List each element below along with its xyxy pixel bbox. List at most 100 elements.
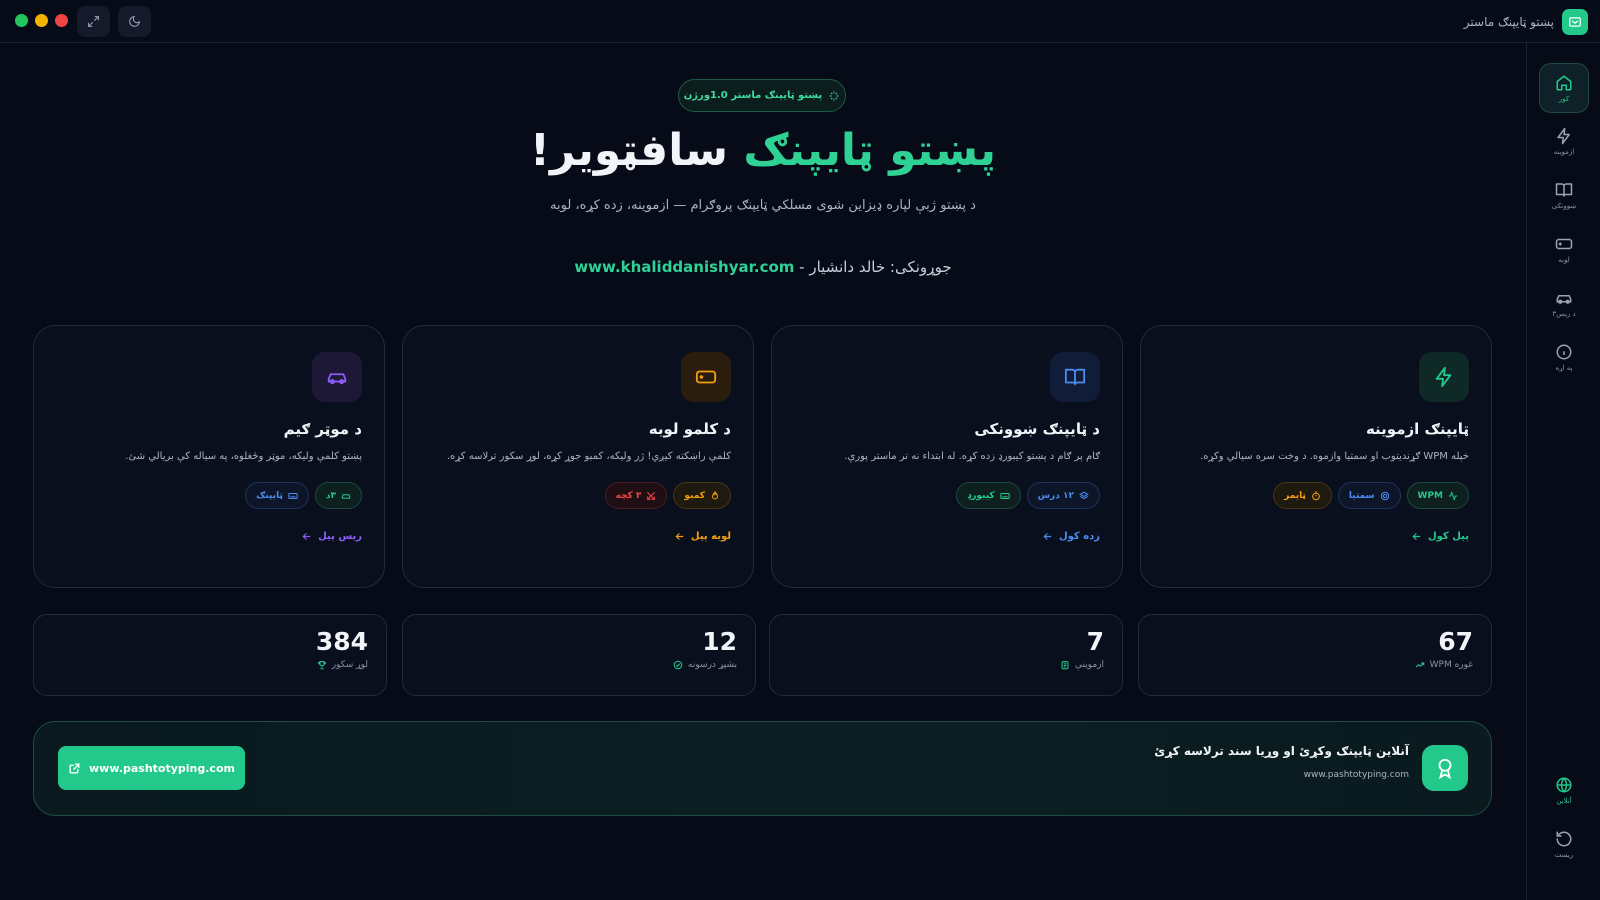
- info-icon: [1556, 344, 1572, 359]
- fullscreen-button[interactable]: [77, 6, 110, 37]
- timer-icon: [1312, 490, 1320, 500]
- stat-value: 7: [1086, 627, 1104, 656]
- tag-label: ۳د: [325, 490, 336, 501]
- clipboard-icon: [1061, 661, 1069, 670]
- card-tags: WPM سمتیا ټایمر: [1163, 482, 1469, 509]
- arrow-left-icon: [1412, 533, 1421, 540]
- window-minimize-button[interactable]: [35, 14, 48, 27]
- card-title: ټایپنګ ازموینه: [1365, 420, 1469, 438]
- page-title-rest: سافټویر!: [529, 125, 744, 176]
- gamepad-icon: [695, 370, 717, 384]
- app-brand: پښتو ټايپنګ ماستر: [1464, 9, 1588, 35]
- sparkle-icon: [829, 91, 839, 100]
- tag-label: ټایمر: [1284, 490, 1306, 501]
- stat-label-row: غوره WPM: [1157, 660, 1473, 670]
- moon-icon: [129, 15, 141, 27]
- nav-item-tutor[interactable]: ښوونکی: [1539, 170, 1589, 220]
- nav-item-about[interactable]: په اړه: [1539, 332, 1589, 382]
- app-title: پښتو ټايپنګ ماستر: [1463, 15, 1554, 29]
- card-action-link[interactable]: ریس پیل: [56, 531, 362, 542]
- nav-item-label: په اړه: [1555, 363, 1573, 372]
- tag-timer: ټایمر: [1273, 482, 1332, 509]
- arrow-left-icon: [675, 533, 684, 540]
- feature-card-typing-test[interactable]: ټایپنګ ازموینه خپله WPM ګړندیتوب او سمتی…: [1140, 325, 1492, 588]
- feature-card-typing-tutor[interactable]: د ټایپنګ ښوونکی ګام پر ګام د پښتو کیبورډ…: [771, 325, 1123, 588]
- nav-item-label: ۳د ریس: [1552, 309, 1576, 318]
- car-icon: [327, 373, 347, 385]
- bolt-icon: [1435, 366, 1452, 388]
- arrow-left-icon: [302, 533, 311, 540]
- trophy-icon: [317, 661, 326, 670]
- stat-best-wpm: 67 غوره WPM: [1138, 614, 1492, 696]
- window-maximize-button[interactable]: [15, 14, 28, 27]
- nav-item-race[interactable]: ۳د ریس: [1539, 278, 1589, 328]
- sidebar-nav: کور ازموينه ښوونکی لوبه ۳د ریس په اړه آن…: [1526, 43, 1600, 900]
- nav-item-online[interactable]: آنلاين: [1539, 765, 1589, 815]
- tag-label: WPM: [1417, 490, 1443, 501]
- stat-label: بشپړ درسونه: [688, 660, 737, 670]
- card-icon-wrap: [312, 352, 362, 402]
- book-icon: [1064, 368, 1086, 386]
- card-action-label: پیل کول: [1427, 531, 1469, 542]
- bolt-icon: [1557, 127, 1570, 144]
- nav-item-label: لوبه: [1558, 255, 1570, 264]
- globe-icon: [1556, 777, 1572, 792]
- swords-icon: [647, 491, 656, 500]
- visit-website-button[interactable]: www.pashtotyping.com: [58, 746, 245, 790]
- card-tags: ۳د ټایپنګ: [56, 482, 362, 509]
- version-badge-text: پښتو ټایپنګ ماستر 1.0ورژن: [683, 90, 823, 101]
- gamepad-icon: [1555, 238, 1573, 249]
- activity-icon: [1448, 490, 1458, 501]
- feature-card-word-game[interactable]: د کلمو لوبه کلمې راښکته کیږي! ژر ولیکه، …: [402, 325, 754, 588]
- nav-item-game[interactable]: لوبه: [1539, 224, 1589, 274]
- author-website-link[interactable]: www.khaliddanishyar.com: [574, 258, 794, 276]
- page-title: پښتو ټایپنګ سافټویر!: [0, 125, 1526, 176]
- card-description: پښتو کلمې ولیکه، موټر وځغلوه، په سیاله ک…: [125, 451, 362, 462]
- window-close-button[interactable]: [55, 14, 68, 27]
- page-title-highlight: پښتو ټایپنګ: [743, 125, 997, 176]
- visit-website-label: www.pashtotyping.com: [89, 761, 235, 775]
- stat-label-row: ازموینې: [788, 660, 1104, 670]
- certificate-icon: [1422, 745, 1468, 791]
- nav-item-reset[interactable]: ریست: [1539, 819, 1589, 869]
- version-badge: پښتو ټایپنګ ماستر 1.0ورژن: [678, 79, 846, 112]
- feature-card-car-game[interactable]: د موټر ګیم پښتو کلمې ولیکه، موټر وځغلوه،…: [33, 325, 385, 588]
- tag-lessons: ۱۲ درس: [1026, 482, 1100, 509]
- window-controls: [15, 14, 68, 27]
- banner-title: آنلاین ټایپنګ وکړئ او وړیا سند ترلاسه کړ…: [1154, 744, 1409, 758]
- nav-item-test[interactable]: ازموينه: [1539, 116, 1589, 166]
- main-content: پښتو ټایپنګ ماستر 1.0ورژن پښتو ټایپنګ سا…: [0, 43, 1526, 900]
- reset-icon: [1556, 831, 1572, 846]
- online-banner: آنلاین ټایپنګ وکړئ او وړیا سند ترلاسه کړ…: [33, 721, 1492, 816]
- target-icon: [1380, 491, 1389, 500]
- card-action-link[interactable]: زده کول: [794, 531, 1100, 542]
- stat-tests: 7 ازموینې: [769, 614, 1123, 696]
- check-icon: [673, 660, 683, 670]
- card-action-link[interactable]: لوبه پیل: [425, 531, 731, 542]
- nav-item-label: ښوونکی: [1551, 201, 1577, 210]
- card-tags: کمبو ۳ کچه: [425, 482, 731, 509]
- layers-icon: [1079, 491, 1089, 499]
- card-action-link[interactable]: پیل کول: [1163, 531, 1469, 542]
- stat-label: غوره WPM: [1429, 660, 1473, 670]
- nav-item-home[interactable]: کور: [1539, 63, 1589, 113]
- book-icon: [1555, 182, 1573, 197]
- tag-3d: ۳د: [314, 482, 362, 509]
- banner-text: آنلاین ټایپنګ وکړئ او وړیا سند ترلاسه کړ…: [1154, 744, 1409, 780]
- card-title: د کلمو لوبه: [648, 420, 731, 438]
- tag-combo: کمبو: [673, 482, 731, 509]
- theme-toggle-button[interactable]: [118, 6, 151, 37]
- stat-label-row: لوړ سکور: [52, 660, 368, 670]
- card-description: کلمې راښکته کیږي! ژر ولیکه، کمبو جوړ کړه…: [446, 451, 731, 462]
- author-label: جوړونکی: خالد دانشیار -: [794, 258, 952, 276]
- car-icon: [1556, 294, 1572, 304]
- tag-label: ۳ کچه: [615, 490, 642, 501]
- expand-icon: [88, 16, 99, 27]
- nav-item-label: ریست: [1554, 850, 1574, 859]
- card-icon-wrap: [681, 352, 731, 402]
- card-action-label: زده کول: [1058, 531, 1100, 542]
- page-subtitle: د پښتو ژبې لپاره ډیزاین شوی مسلکي ټایپنګ…: [550, 198, 976, 213]
- stat-value: 384: [315, 627, 368, 656]
- card-title: د موټر ګیم: [283, 420, 362, 438]
- nav-item-label: آنلاين: [1556, 796, 1572, 805]
